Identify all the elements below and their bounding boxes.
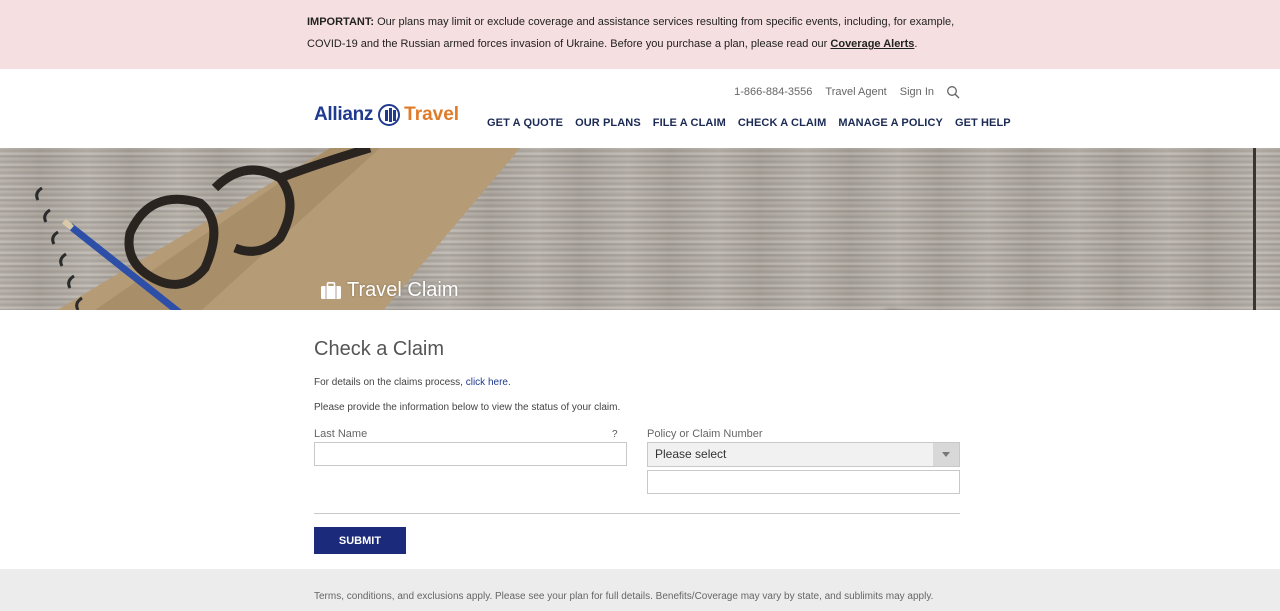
status-instructions: Please provide the information below to …: [314, 402, 621, 413]
page-title: Check a Claim: [314, 338, 445, 360]
alert-end: .: [914, 38, 918, 50]
select-value: Please select: [655, 447, 727, 461]
info1-prefix: For details on the claims process,: [314, 377, 466, 388]
nav-check-a-claim[interactable]: CHECK A CLAIM: [738, 117, 826, 129]
nav-get-help[interactable]: GET HELP: [955, 117, 1011, 129]
alert-text: IMPORTANT: Our plans may limit or exclud…: [307, 11, 957, 55]
form-divider: [314, 513, 960, 514]
suitcase-icon: [321, 281, 341, 299]
policy-claim-number-label: Policy or Claim Number: [647, 428, 763, 440]
alert-strong: IMPORTANT:: [307, 16, 375, 28]
last-name-input[interactable]: [314, 442, 627, 466]
submit-button[interactable]: SUBMIT: [314, 527, 406, 554]
coverage-alerts-link[interactable]: Coverage Alerts: [830, 38, 914, 50]
policy-claim-number-input[interactable]: [647, 470, 960, 494]
footer-disclaimer: Terms, conditions, and exclusions apply.…: [314, 591, 934, 602]
chevron-down-icon: [933, 443, 959, 466]
allianz-travel-logo[interactable]: Allianz Travel: [314, 104, 459, 126]
hero-banner: Travel Claim: [0, 148, 1280, 310]
allianz-eagle-icon: [378, 104, 401, 126]
nav-file-a-claim[interactable]: FILE A CLAIM: [653, 117, 726, 129]
policy-claim-type-select[interactable]: Please select: [647, 442, 960, 467]
utility-nav: 1-866-884-3556 Travel Agent Sign In: [721, 85, 960, 99]
hero-title: Travel Claim: [320, 279, 459, 302]
search-icon[interactable]: [946, 85, 960, 99]
click-here-link[interactable]: click here: [466, 377, 508, 388]
logo-travel-text: Travel: [404, 104, 460, 125]
last-name-label: Last Name: [314, 428, 368, 440]
nav-manage-a-policy[interactable]: MANAGE A POLICY: [838, 117, 943, 129]
phone-link[interactable]: 1-866-884-3556: [734, 86, 812, 98]
site-header: Allianz Travel 1-866-884-3556 Travel Age…: [0, 69, 1280, 148]
alert-text-line1: Our plans may limit or exclude coverage …: [374, 16, 955, 28]
nav-our-plans[interactable]: OUR PLANS: [575, 117, 641, 129]
info1-suffix: .: [507, 377, 511, 388]
hero-title-text: Travel Claim: [347, 279, 459, 301]
footer: Terms, conditions, and exclusions apply.…: [0, 569, 1280, 611]
alert-text-line2: COVID-19 and the Russian armed forces in…: [307, 38, 831, 50]
claims-process-info: For details on the claims process, click…: [314, 377, 511, 388]
alert-banner: IMPORTANT: Our plans may limit or exclud…: [0, 0, 1280, 69]
sign-in-link[interactable]: Sign In: [900, 86, 934, 98]
travel-agent-link[interactable]: Travel Agent: [825, 86, 886, 98]
logo-allianz-text: Allianz: [314, 104, 374, 125]
main-nav: GET A QUOTE OUR PLANS FILE A CLAIM CHECK…: [487, 117, 1011, 129]
last-name-help-icon[interactable]: ?: [612, 429, 618, 440]
nav-get-a-quote[interactable]: GET A QUOTE: [487, 117, 563, 129]
